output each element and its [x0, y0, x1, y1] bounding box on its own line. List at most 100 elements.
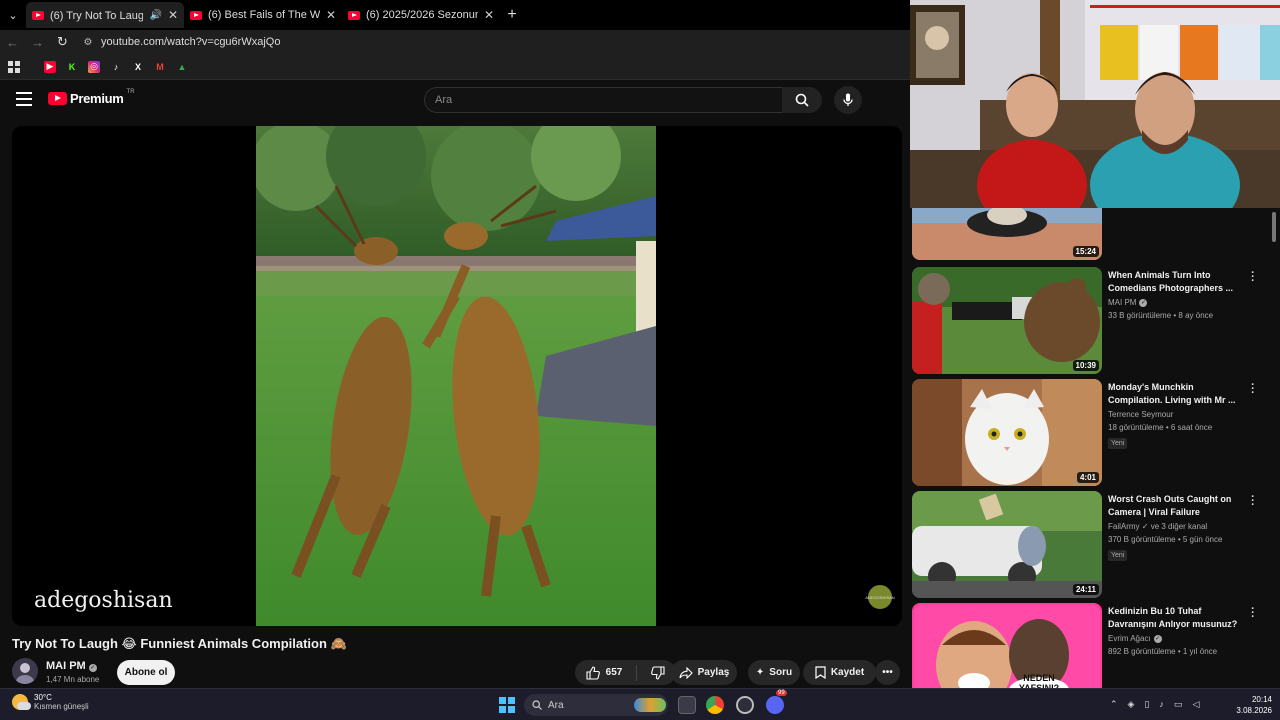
search-highlight-icon — [634, 698, 666, 712]
gmail-bookmark-icon[interactable]: M — [154, 60, 166, 73]
taskbar-search-placeholder: Ara — [548, 699, 564, 711]
channel-name-text: MAI PM — [1108, 298, 1137, 307]
channel-avatar[interactable] — [12, 658, 38, 684]
video-meta: 370 B görüntüleme • 5 gün önce — [1108, 535, 1223, 544]
kick-bookmark-icon[interactable]: K — [66, 60, 78, 73]
weather-widget[interactable]: 30°C Kısmen güneşli — [12, 693, 89, 711]
reload-icon[interactable]: ↻ — [50, 34, 75, 50]
more-options-icon[interactable]: · · · — [1248, 380, 1258, 399]
tiktok-bookmark-icon[interactable]: ♪ — [110, 60, 122, 73]
menu-hamburger-icon[interactable] — [16, 92, 32, 106]
related-video-card[interactable]: 4:01 Monday's Munchkin Compilation. Livi… — [912, 379, 1268, 487]
more-options-icon[interactable]: · · · — [1248, 492, 1258, 511]
battery-icon[interactable]: ▯ — [1144, 699, 1149, 710]
share-button[interactable]: Paylaş — [671, 660, 737, 685]
apps-grid-icon[interactable] — [8, 60, 20, 73]
video-title[interactable]: Monday's Munchkin Compilation. Living wi… — [1108, 381, 1238, 407]
subscribe-button[interactable]: Abone ol — [117, 660, 175, 685]
video-channel[interactable]: MAI PM ✓ — [1108, 298, 1238, 307]
youtube-premium-logo[interactable]: Premium TR — [48, 89, 135, 106]
speaker-icon[interactable]: 🔊 — [149, 10, 161, 21]
thumbnail-caption: NEDEN YAFSINI? — [1018, 673, 1060, 688]
video-duration: 24:11 — [1072, 584, 1099, 595]
youtube-bookmark-icon[interactable]: ▶ — [44, 60, 56, 73]
youtube-header: Premium TR Ara — [0, 80, 910, 120]
dislike-button[interactable] — [642, 660, 674, 685]
channel-name[interactable]: MAI PM ✓ — [46, 660, 97, 672]
instagram-bookmark-icon[interactable]: ◎ — [88, 60, 100, 73]
close-tab-icon[interactable]: ✕ — [326, 8, 336, 22]
tab-search-chevron-icon[interactable]: ⌄ — [0, 2, 26, 28]
search-placeholder: Ara — [435, 94, 453, 106]
save-label: Kaydet — [830, 667, 865, 678]
more-options-icon[interactable]: · · · — [1248, 268, 1258, 287]
video-thumbnail[interactable]: 10:39 — [912, 267, 1102, 374]
more-options-icon[interactable]: · · · — [1248, 604, 1258, 623]
url-omnibox[interactable]: ⚙ youtube.com/watch?v=cgu6rWxajQo — [79, 31, 905, 53]
channel-watermark-badge[interactable]: ADEGOSHISAN — [865, 585, 895, 609]
task-view-icon[interactable] — [678, 696, 696, 714]
discord-taskbar-icon[interactable]: 99 — [766, 690, 787, 714]
search-button[interactable] — [782, 87, 822, 113]
network-app-icon[interactable]: ◈ — [1128, 699, 1135, 710]
close-tab-icon[interactable]: ✕ — [484, 8, 494, 22]
tab-sezonunun[interactable]: (6) 2025/2026 Sezonunun En Ve ✕ — [342, 2, 500, 28]
forward-arrow-icon[interactable]: → — [25, 35, 50, 50]
related-video-card[interactable]: 10:39 When Animals Turn Into Comedians P… — [912, 267, 1268, 375]
like-divider — [636, 664, 638, 681]
close-tab-icon[interactable]: ✕ — [168, 8, 178, 22]
ask-button[interactable]: ✦ Soru — [748, 660, 800, 685]
video-thumbnail[interactable]: 4:01 — [912, 379, 1102, 486]
video-title[interactable]: When Animals Turn Into Comedians Photogr… — [1108, 269, 1238, 295]
more-actions-button[interactable]: ••• — [875, 660, 900, 685]
channel-name-text: MAI PM — [46, 660, 86, 672]
drive-bookmark-icon[interactable]: ▲ — [176, 60, 188, 73]
search-icon — [532, 700, 542, 710]
video-thumbnail[interactable]: 24:11 — [912, 491, 1102, 598]
sparkle-icon: ✦ — [755, 667, 765, 678]
back-arrow-icon[interactable]: ← — [0, 35, 25, 50]
url-text: youtube.com/watch?v=cgu6rWxajQo — [101, 36, 281, 48]
chrome-taskbar-icon[interactable] — [706, 696, 724, 714]
tab-title: (6) Best Fails of The Week - Fun — [208, 9, 320, 21]
related-video-card[interactable]: 15:24 — [912, 208, 1268, 261]
verified-check-icon: ✓ — [1139, 298, 1148, 307]
video-info: Monday's Munchkin Compilation. Living wi… — [1108, 381, 1238, 450]
save-button[interactable]: Kaydet — [803, 660, 876, 685]
x-bookmark-icon[interactable]: X — [132, 60, 144, 73]
bookmarks-bar: ▶ K ◎ ♪ X M ▲ — [0, 54, 910, 80]
video-info: When Animals Turn Into Comedians Photogr… — [1108, 269, 1238, 320]
site-info-icon[interactable]: ⚙ — [81, 37, 95, 48]
video-channel[interactable]: FailArmy ✓ ve 3 diğer kanal — [1108, 522, 1238, 531]
video-thumbnail[interactable]: 15:24 — [912, 208, 1102, 260]
tab-try-not-to-laugh[interactable]: (6) Try Not To Laugh 😂 Fun 🔊 ✕ — [26, 2, 184, 28]
video-info: Worst Crash Outs Caught on Camera | Vira… — [1108, 493, 1238, 562]
chevron-up-icon[interactable]: ⌃ — [1110, 699, 1118, 710]
microphone-tray-icon[interactable]: ♪ — [1159, 699, 1164, 710]
voice-search-button[interactable] — [834, 86, 862, 114]
sidebar-scrollbar[interactable] — [1272, 212, 1276, 242]
volume-icon[interactable]: ◁ — [1192, 699, 1199, 710]
new-tab-button[interactable]: + — [500, 6, 524, 24]
system-clock[interactable]: 20:14 3.08.2026 — [1228, 694, 1272, 716]
video-thumbnail[interactable]: NEDEN YAFSINI? — [912, 603, 1102, 688]
related-video-card[interactable]: NEDEN YAFSINI? Kedinizin Bu 10 Tuhaf Dav… — [912, 603, 1268, 688]
thumbs-down-icon — [651, 665, 665, 680]
video-channel[interactable]: Evrim Ağacı ✓ — [1108, 634, 1238, 643]
related-video-card[interactable]: 24:11 Worst Crash Outs Caught on Camera … — [912, 491, 1268, 599]
obs-taskbar-icon[interactable] — [736, 696, 754, 714]
tab-best-fails[interactable]: (6) Best Fails of The Week - Fun ✕ — [184, 2, 342, 28]
share-arrow-icon — [679, 666, 693, 679]
video-player[interactable]: adegoshisan ADEGOSHISAN — [12, 126, 902, 626]
youtube-play-logo-icon — [48, 92, 67, 105]
like-button[interactable]: 657 — [577, 660, 632, 685]
display-icon[interactable]: ▭ — [1174, 699, 1183, 710]
windows-start-icon[interactable] — [499, 697, 515, 713]
partly-sunny-icon — [12, 694, 31, 710]
video-title[interactable]: Worst Crash Outs Caught on Camera | Vira… — [1108, 493, 1238, 519]
video-channel[interactable]: Terrence Seymour — [1108, 410, 1238, 419]
video-title[interactable]: Kedinizin Bu 10 Tuhaf Davranışını Anlıyo… — [1108, 605, 1238, 631]
taskbar-search-box[interactable]: Ara — [524, 694, 668, 716]
youtube-favicon-icon — [32, 10, 44, 20]
search-input[interactable]: Ara — [424, 87, 782, 113]
